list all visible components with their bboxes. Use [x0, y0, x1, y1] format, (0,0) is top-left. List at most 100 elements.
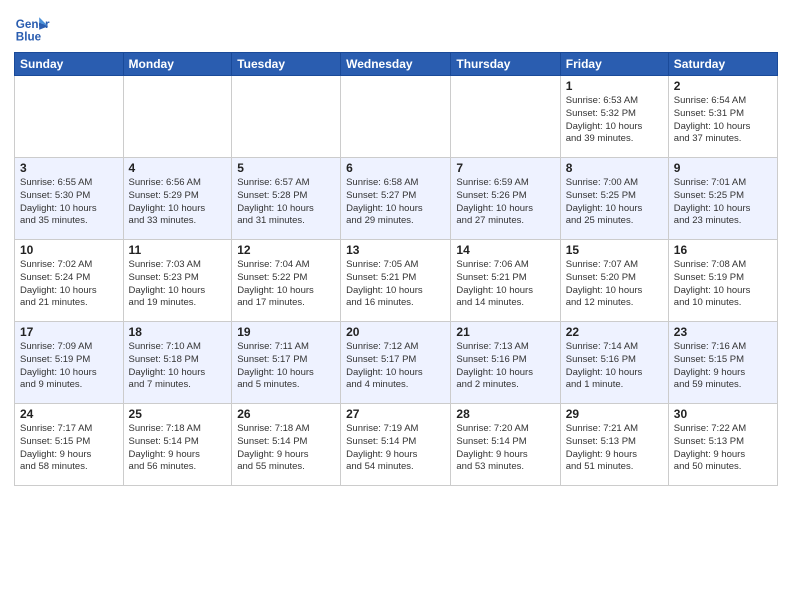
- day-number: 4: [129, 161, 227, 175]
- day-number: 20: [346, 325, 445, 339]
- calendar-day-29: 29Sunrise: 7:21 AM Sunset: 5:13 PM Dayli…: [560, 404, 668, 486]
- calendar-day-8: 8 Sunrise: 7:00 AM Sunset: 5:25 PM Daylig…: [560, 158, 668, 240]
- day-number: 5: [237, 161, 335, 175]
- calendar-empty-cell: [232, 76, 341, 158]
- day-info: Sunrise: 7:19 AM Sunset: 5:14 PM Dayligh…: [346, 423, 445, 474]
- day-number: 19: [237, 325, 335, 339]
- day-number: 1: [566, 79, 663, 93]
- day-info: Sunrise: 7:00 AM Sunset: 5:25 PM Dayligh…: [566, 177, 663, 228]
- day-info: Sunrise: 7:13 AM Sunset: 5:16 PM Dayligh…: [456, 341, 554, 392]
- calendar-day-2: 2 Sunrise: 6:54 AM Sunset: 5:31 PM Daylig…: [668, 76, 777, 158]
- calendar-day-16: 16 Sunrise: 7:08 AM Sunset: 5:19 PM Dayli…: [668, 240, 777, 322]
- day-number: 8: [566, 161, 663, 175]
- calendar-empty-cell: [123, 76, 232, 158]
- calendar-day-24: 24 Sunrise: 7:17 AM Sunset: 5:15 PM Dayli…: [15, 404, 124, 486]
- svg-text:Blue: Blue: [16, 31, 42, 44]
- day-number: 12: [237, 243, 335, 257]
- calendar-day-21: 21Sunrise: 7:13 AM Sunset: 5:16 PM Dayli…: [451, 322, 560, 404]
- logo: General Blue: [14, 10, 50, 46]
- day-info: Sunrise: 7:22 AM Sunset: 5:13 PM Dayligh…: [674, 423, 772, 474]
- calendar-day-6: 6Sunrise: 6:58 AM Sunset: 5:27 PM Daylig…: [341, 158, 451, 240]
- day-info: Sunrise: 6:55 AM Sunset: 5:30 PM Dayligh…: [20, 177, 118, 228]
- weekday-header-tuesday: Tuesday: [232, 53, 341, 76]
- day-info: Sunrise: 6:59 AM Sunset: 5:26 PM Dayligh…: [456, 177, 554, 228]
- day-number: 25: [129, 407, 227, 421]
- calendar-table: SundayMondayTuesdayWednesdayThursdayFrid…: [14, 52, 778, 486]
- day-number: 15: [566, 243, 663, 257]
- day-number: 16: [674, 243, 772, 257]
- day-number: 7: [456, 161, 554, 175]
- day-number: 13: [346, 243, 445, 257]
- calendar-day-1: 1 Sunrise: 6:53 AM Sunset: 5:32 PM Daylig…: [560, 76, 668, 158]
- day-info: Sunrise: 7:17 AM Sunset: 5:15 PM Dayligh…: [20, 423, 118, 474]
- calendar-day-14: 14Sunrise: 7:06 AM Sunset: 5:21 PM Dayli…: [451, 240, 560, 322]
- calendar-empty-cell: [15, 76, 124, 158]
- day-info: Sunrise: 7:07 AM Sunset: 5:20 PM Dayligh…: [566, 259, 663, 310]
- calendar-day-20: 20 Sunrise: 7:12 AM Sunset: 5:17 PM Dayli…: [341, 322, 451, 404]
- weekday-header-monday: Monday: [123, 53, 232, 76]
- calendar-day-26: 26 Sunrise: 7:18 AM Sunset: 5:14 PM Dayli…: [232, 404, 341, 486]
- day-info: Sunrise: 6:56 AM Sunset: 5:29 PM Dayligh…: [129, 177, 227, 228]
- day-info: Sunrise: 7:08 AM Sunset: 5:19 PM Dayligh…: [674, 259, 772, 310]
- day-info: Sunrise: 7:03 AM Sunset: 5:23 PM Dayligh…: [129, 259, 227, 310]
- day-number: 9: [674, 161, 772, 175]
- calendar-day-5: 5 Sunrise: 6:57 AM Sunset: 5:28 PM Daylig…: [232, 158, 341, 240]
- day-info: Sunrise: 7:20 AM Sunset: 5:14 PM Dayligh…: [456, 423, 554, 474]
- day-info: Sunrise: 6:53 AM Sunset: 5:32 PM Dayligh…: [566, 95, 663, 146]
- day-info: Sunrise: 7:09 AM Sunset: 5:19 PM Dayligh…: [20, 341, 118, 392]
- day-number: 11: [129, 243, 227, 257]
- day-number: 30: [674, 407, 772, 421]
- day-info: Sunrise: 7:11 AM Sunset: 5:17 PM Dayligh…: [237, 341, 335, 392]
- calendar-day-13: 13 Sunrise: 7:05 AM Sunset: 5:21 PM Dayli…: [341, 240, 451, 322]
- day-info: Sunrise: 7:16 AM Sunset: 5:15 PM Dayligh…: [674, 341, 772, 392]
- calendar-day-17: 17 Sunrise: 7:09 AM Sunset: 5:19 PM Dayli…: [15, 322, 124, 404]
- day-number: 27: [346, 407, 445, 421]
- weekday-header-row: SundayMondayTuesdayWednesdayThursdayFrid…: [15, 53, 778, 76]
- calendar-day-30: 30 Sunrise: 7:22 AM Sunset: 5:13 PM Dayli…: [668, 404, 777, 486]
- day-number: 17: [20, 325, 118, 339]
- day-info: Sunrise: 7:18 AM Sunset: 5:14 PM Dayligh…: [237, 423, 335, 474]
- calendar-day-11: 11 Sunrise: 7:03 AM Sunset: 5:23 PM Dayli…: [123, 240, 232, 322]
- calendar-day-15: 15 Sunrise: 7:07 AM Sunset: 5:20 PM Dayli…: [560, 240, 668, 322]
- day-number: 10: [20, 243, 118, 257]
- calendar-day-27: 27 Sunrise: 7:19 AM Sunset: 5:14 PM Dayli…: [341, 404, 451, 486]
- day-number: 24: [20, 407, 118, 421]
- logo-icon: General Blue: [14, 10, 50, 46]
- weekday-header-thursday: Thursday: [451, 53, 560, 76]
- day-number: 29: [566, 407, 663, 421]
- day-number: 3: [20, 161, 118, 175]
- day-info: Sunrise: 7:12 AM Sunset: 5:17 PM Dayligh…: [346, 341, 445, 392]
- day-info: Sunrise: 7:02 AM Sunset: 5:24 PM Dayligh…: [20, 259, 118, 310]
- day-number: 6: [346, 161, 445, 175]
- day-info: Sunrise: 7:04 AM Sunset: 5:22 PM Dayligh…: [237, 259, 335, 310]
- calendar-day-3: 3 Sunrise: 6:55 AM Sunset: 5:30 PM Daylig…: [15, 158, 124, 240]
- calendar-day-25: 25 Sunrise: 7:18 AM Sunset: 5:14 PM Dayli…: [123, 404, 232, 486]
- day-number: 14: [456, 243, 554, 257]
- day-info: Sunrise: 7:01 AM Sunset: 5:25 PM Dayligh…: [674, 177, 772, 228]
- calendar-week-row: 10 Sunrise: 7:02 AM Sunset: 5:24 PM Dayli…: [15, 240, 778, 322]
- weekday-header-sunday: Sunday: [15, 53, 124, 76]
- calendar-day-4: 4 Sunrise: 6:56 AM Sunset: 5:29 PM Daylig…: [123, 158, 232, 240]
- weekday-header-saturday: Saturday: [668, 53, 777, 76]
- weekday-header-friday: Friday: [560, 53, 668, 76]
- day-info: Sunrise: 7:18 AM Sunset: 5:14 PM Dayligh…: [129, 423, 227, 474]
- day-number: 26: [237, 407, 335, 421]
- calendar-week-row: 17 Sunrise: 7:09 AM Sunset: 5:19 PM Dayli…: [15, 322, 778, 404]
- day-info: Sunrise: 6:57 AM Sunset: 5:28 PM Dayligh…: [237, 177, 335, 228]
- day-info: Sunrise: 6:54 AM Sunset: 5:31 PM Dayligh…: [674, 95, 772, 146]
- calendar-week-row: 24 Sunrise: 7:17 AM Sunset: 5:15 PM Dayli…: [15, 404, 778, 486]
- day-info: Sunrise: 7:05 AM Sunset: 5:21 PM Dayligh…: [346, 259, 445, 310]
- calendar-week-row: 1 Sunrise: 6:53 AM Sunset: 5:32 PM Daylig…: [15, 76, 778, 158]
- calendar-day-10: 10 Sunrise: 7:02 AM Sunset: 5:24 PM Dayli…: [15, 240, 124, 322]
- calendar-day-9: 9 Sunrise: 7:01 AM Sunset: 5:25 PM Daylig…: [668, 158, 777, 240]
- calendar-week-row: 3 Sunrise: 6:55 AM Sunset: 5:30 PM Daylig…: [15, 158, 778, 240]
- calendar-day-28: 28Sunrise: 7:20 AM Sunset: 5:14 PM Dayli…: [451, 404, 560, 486]
- day-number: 2: [674, 79, 772, 93]
- day-info: Sunrise: 7:10 AM Sunset: 5:18 PM Dayligh…: [129, 341, 227, 392]
- day-number: 22: [566, 325, 663, 339]
- day-info: Sunrise: 7:14 AM Sunset: 5:16 PM Dayligh…: [566, 341, 663, 392]
- weekday-header-wednesday: Wednesday: [341, 53, 451, 76]
- calendar-day-7: 7 Sunrise: 6:59 AM Sunset: 5:26 PM Daylig…: [451, 158, 560, 240]
- calendar-day-22: 22 Sunrise: 7:14 AM Sunset: 5:16 PM Dayli…: [560, 322, 668, 404]
- calendar-day-23: 23Sunrise: 7:16 AM Sunset: 5:15 PM Dayli…: [668, 322, 777, 404]
